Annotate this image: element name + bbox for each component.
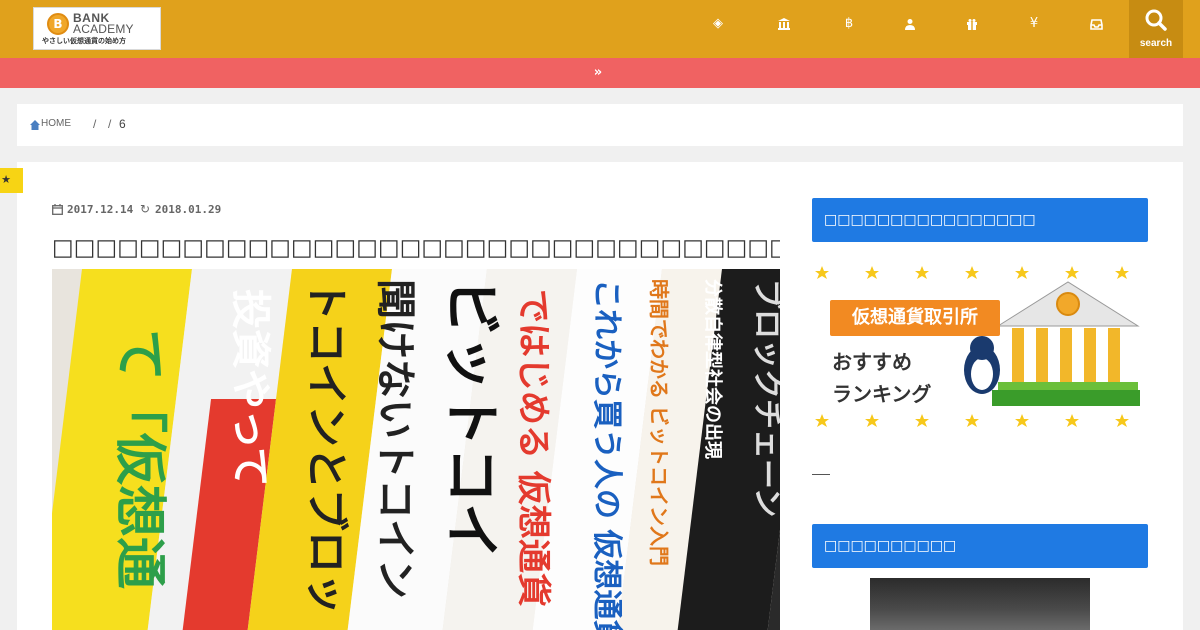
divider — [812, 474, 830, 475]
bitcoin-icon[interactable]: ฿ — [837, 14, 861, 34]
widget-title-profile: □□□□□□□□□□ — [812, 524, 1148, 568]
breadcrumb-separator: / — [93, 117, 97, 131]
logo-text-academy: ACADEMY — [73, 22, 134, 36]
hero-book-text: トコインとブロッ — [302, 279, 351, 615]
breadcrumb-separator: / — [108, 117, 112, 131]
hero-book-text: 分散自律型社会の出現 — [702, 279, 724, 459]
banner-label-recommend: おすすめ — [832, 350, 912, 374]
hero-book-text: 聞けないトコイン — [372, 279, 418, 599]
widget-title-ranking: □□□□□□□□□□□□□□□□ — [812, 198, 1148, 242]
bank-icon[interactable] — [772, 14, 796, 34]
article-title: □□□□□□□□□□□□□□□□□□□□□□□□□□□□□□□□□□6□□ — [52, 235, 780, 261]
search-icon — [1145, 9, 1167, 31]
banner-label-exchange: 仮想通貨取引所 — [830, 300, 1000, 336]
calendar-icon — [52, 204, 63, 215]
banner-label-ranking: ランキング — [832, 382, 932, 406]
yen-icon[interactable]: ¥ — [1022, 14, 1046, 34]
hero-book-text: ではじめる 仮想通貨 — [513, 289, 553, 607]
hero-book-text: ブロックチェーン — [749, 279, 780, 518]
hero-book-text: て「仮想通 — [109, 329, 169, 589]
bitcoin-coin-icon: B — [47, 13, 69, 35]
updated-date: 2018.01.29 — [155, 203, 222, 216]
hero-book-text: ビットコイ — [438, 279, 503, 559]
hero-image: て「仮想通 投資やって トコインとブロッ 聞けないトコイン ビットコイ ではじめ… — [52, 269, 780, 630]
notification-bar[interactable]: » — [0, 58, 1200, 88]
user-icon[interactable] — [898, 14, 922, 34]
search-button[interactable]: search — [1129, 0, 1183, 58]
home-icon — [30, 120, 40, 130]
hero-book-text: 時間でわかる ビットコイン入門 — [647, 279, 671, 566]
inbox-icon[interactable] — [1084, 14, 1108, 34]
logo-tagline: やさしい仮想通貨の始め方 — [42, 37, 126, 45]
breadcrumb-home-link[interactable]: HOME — [41, 118, 71, 129]
site-header: B BANK ACADEMY やさしい仮想通貨の始め方 ◈ ฿ ¥ search — [0, 0, 1200, 58]
update-icon: ↻ — [140, 202, 151, 216]
breadcrumb: HOME / / 6 — [17, 104, 1183, 146]
hero-book-text: これから買う人の 仮想通貨 — [589, 279, 624, 630]
published-date: 2017.12.14 — [67, 203, 134, 216]
diamond-icon[interactable]: ◈ — [706, 14, 730, 34]
pin-badge: ★ — [0, 168, 23, 193]
breadcrumb-current: 6 — [119, 117, 126, 131]
pin-icon: ★ — [1, 173, 11, 186]
hero-book-text: 投資やって — [227, 289, 273, 487]
profile-photo — [870, 578, 1090, 630]
gift-icon[interactable] — [960, 14, 984, 34]
search-label: search — [1139, 38, 1173, 49]
exchange-ranking-banner[interactable]: 仮想通貨取引所 おすすめ ランキング — [812, 262, 1148, 434]
site-logo[interactable]: B BANK ACADEMY やさしい仮想通貨の始め方 — [33, 7, 161, 50]
double-chevron-icon: » — [593, 65, 603, 80]
